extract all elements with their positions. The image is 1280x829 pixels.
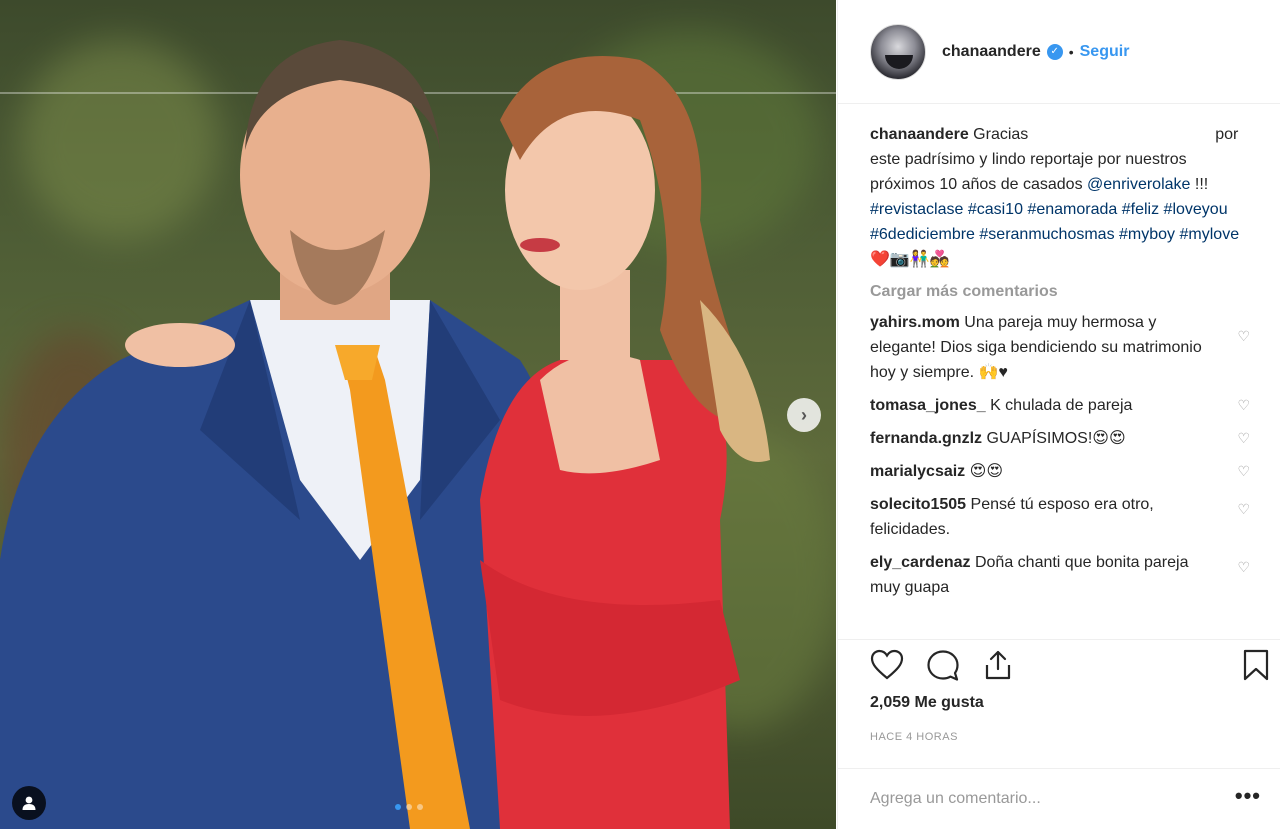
caption-text: Gracias — [973, 126, 1029, 143]
carousel-dot — [406, 804, 412, 810]
follow-button[interactable]: Seguir — [1080, 43, 1130, 61]
hashtag-link[interactable]: #myboy — [1119, 226, 1175, 243]
username-link[interactable]: chanaandere — [942, 43, 1041, 61]
chevron-right-icon: › — [801, 404, 807, 425]
comment-text: GUAPÍSIMOS!😍😍 — [986, 430, 1126, 447]
comment-row: marialycsaiz 😍😍 ♡ — [870, 459, 1250, 484]
heart-outline-icon[interactable]: ♡ — [1237, 324, 1250, 349]
user-icon — [22, 796, 36, 810]
avatar[interactable] — [870, 23, 926, 80]
tagged-users-button[interactable] — [12, 786, 46, 820]
comment-input[interactable] — [870, 787, 1200, 811]
comments-list[interactable]: chanaandere Gracias por este padrísimo y… — [870, 122, 1250, 638]
heart-outline-icon[interactable]: ♡ — [1237, 393, 1250, 418]
hashtag-link[interactable]: #mylove — [1180, 226, 1240, 243]
comment-username[interactable]: tomasa_jones_ — [870, 397, 986, 414]
caption-emojis: ❤️📷👫💑 — [870, 251, 950, 268]
heart-outline-icon[interactable]: ♡ — [1237, 497, 1250, 522]
post-photo[interactable]: › — [0, 0, 836, 829]
hashtag-link[interactable]: #enamorada — [1027, 201, 1117, 218]
heart-icon[interactable] — [870, 649, 904, 681]
comment-username[interactable]: ely_cardenaz — [870, 554, 971, 571]
load-more-comments-button[interactable]: Cargar más comentarios — [870, 282, 1250, 302]
post-caption: chanaandere Gracias por este padrísimo y… — [870, 122, 1250, 272]
hashtag-link[interactable]: #feliz — [1122, 201, 1159, 218]
carousel-indicator — [395, 804, 423, 810]
comment-row: solecito1505 Pensé tú esposo era otro, f… — [870, 492, 1250, 542]
post-timestamp[interactable]: HACE 4 HORAS — [870, 731, 958, 743]
heart-outline-icon[interactable]: ♡ — [1237, 426, 1250, 451]
hashtag-link[interactable]: #revistaclase — [870, 201, 963, 218]
comment-row: yahirs.mom Una pareja muy hermosa y eleg… — [870, 310, 1250, 385]
hashtag-link[interactable]: #seranmuchosmas — [979, 226, 1114, 243]
comment-text: K chulada de pareja — [990, 397, 1133, 414]
comment-text: 😍😍 — [969, 463, 1003, 480]
comment-row: tomasa_jones_ K chulada de pareja ♡ — [870, 393, 1250, 418]
hashtag-link[interactable]: #6dediciembre — [870, 226, 975, 243]
next-photo-button[interactable]: › — [787, 398, 821, 432]
hashtag-link[interactable]: #casi10 — [968, 201, 1023, 218]
caption-mention[interactable]: @enriverolake — [1087, 176, 1190, 193]
share-icon[interactable] — [982, 649, 1014, 681]
bookmark-icon[interactable] — [1242, 649, 1270, 681]
caption-text: !!! — [1194, 176, 1209, 193]
comment-username[interactable]: solecito1505 — [870, 496, 966, 513]
couple-illustration — [0, 40, 770, 829]
post-actions-bar — [838, 639, 1280, 691]
comment-username[interactable]: yahirs.mom — [870, 314, 960, 331]
comment-row: ely_cardenaz Doña chanti que bonita pare… — [870, 550, 1250, 600]
comment-username[interactable]: marialycsaiz — [870, 463, 965, 480]
heart-outline-icon[interactable]: ♡ — [1237, 555, 1250, 580]
post-side-panel: chanaandere ✓ • Seguir chanaandere Graci… — [837, 0, 1280, 829]
verified-badge-icon: ✓ — [1046, 43, 1063, 60]
likes-count[interactable]: 2,059 Me gusta — [870, 694, 984, 712]
carousel-dot — [395, 804, 401, 810]
comment-username[interactable]: fernanda.gnzlz — [870, 430, 982, 447]
caption-username[interactable]: chanaandere — [870, 126, 969, 143]
separator: • — [1068, 43, 1074, 60]
comment-row: fernanda.gnzlz GUAPÍSIMOS!😍😍 ♡ — [870, 426, 1250, 451]
more-options-icon[interactable]: ••• — [1235, 783, 1261, 809]
add-comment-section: ••• — [838, 768, 1280, 829]
carousel-dot — [417, 804, 423, 810]
post-header: chanaandere ✓ • Seguir — [838, 0, 1280, 104]
comment-icon[interactable] — [926, 649, 960, 683]
hashtag-link[interactable]: #loveyou — [1164, 201, 1228, 218]
heart-outline-icon[interactable]: ♡ — [1237, 459, 1250, 484]
